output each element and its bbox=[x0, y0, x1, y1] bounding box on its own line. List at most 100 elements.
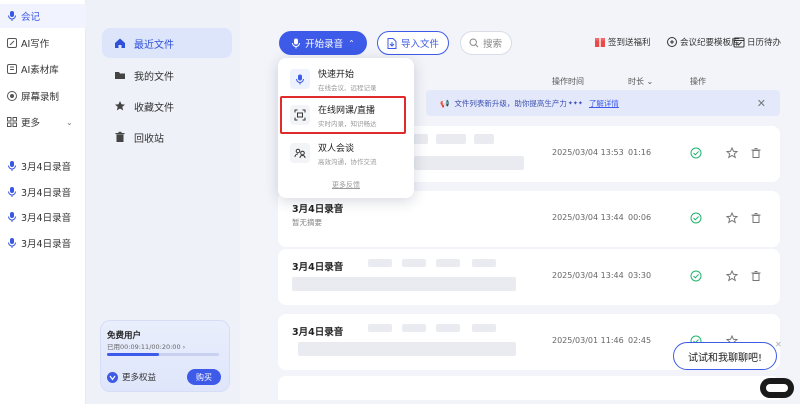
meeting-template-link[interactable]: 会议纪要模板库 bbox=[666, 36, 740, 48]
nav-item-more[interactable]: 更多 ⌄ bbox=[0, 110, 86, 134]
blurred-text bbox=[474, 134, 494, 144]
nav-item-screen-record[interactable]: 屏幕录制 bbox=[0, 84, 86, 108]
free-user-title: 免费用户 bbox=[107, 331, 142, 341]
more-rights-link[interactable]: 更多权益 bbox=[107, 371, 156, 383]
start-record-button[interactable]: 开始录音 ⌃ bbox=[279, 31, 367, 55]
usage-text[interactable]: 已用00:09:11/00:20:00 › bbox=[107, 341, 185, 351]
mic-icon bbox=[8, 161, 16, 171]
nav-recording-2[interactable]: 3月4日录音 bbox=[0, 180, 86, 204]
file-nav-recent[interactable]: 最近文件 bbox=[102, 28, 232, 58]
more-rights-label: 更多权益 bbox=[122, 373, 157, 383]
usage-bar bbox=[107, 353, 219, 356]
check-circle-icon[interactable] bbox=[690, 212, 702, 224]
recording-label: 3月4日录音 bbox=[21, 213, 72, 224]
blurred-text bbox=[292, 277, 516, 291]
header-ops: 操作 bbox=[690, 77, 706, 86]
file-nav-trash[interactable]: 回收站 bbox=[102, 122, 232, 152]
nav-recording-1[interactable]: 3月4日录音 bbox=[0, 154, 86, 178]
notice-text: 文件列表新升级，助你提高生产力 bbox=[454, 98, 567, 108]
file-nav-mine[interactable]: 我的文件 bbox=[102, 60, 232, 90]
row-date: 2025/03/04 13:44 bbox=[552, 213, 624, 222]
chat-assistant-bubble[interactable]: 试试和我聊聊吧! bbox=[673, 342, 777, 370]
file-nav-label: 回收站 bbox=[134, 133, 164, 145]
close-icon[interactable]: ✕ bbox=[757, 97, 766, 110]
mic-icon bbox=[8, 11, 16, 21]
gift-icon bbox=[595, 38, 605, 47]
row-title: 3月4日录音 bbox=[292, 327, 344, 338]
nav-item-ai-writing[interactable]: AI写作 bbox=[0, 31, 86, 55]
trash-icon[interactable] bbox=[750, 147, 762, 159]
import-file-button[interactable]: 导入文件 bbox=[377, 31, 449, 55]
mic-icon bbox=[290, 69, 310, 89]
trash-icon[interactable] bbox=[750, 212, 762, 224]
trash-icon[interactable] bbox=[750, 270, 762, 282]
file-nav-favorites[interactable]: 收藏文件 bbox=[102, 91, 232, 121]
table-row bbox=[278, 376, 780, 400]
header-duration[interactable]: 时长 ⌄ bbox=[628, 76, 653, 87]
file-nav-label: 最近文件 bbox=[134, 39, 174, 51]
check-circle-icon[interactable] bbox=[690, 270, 702, 282]
record-icon bbox=[7, 91, 17, 101]
mic-icon bbox=[8, 212, 16, 222]
folder-icon bbox=[115, 72, 125, 79]
row-date: 2025/03/04 13:53 bbox=[552, 148, 624, 157]
sparkle-icon: ✦✦✦ bbox=[567, 99, 583, 107]
nav-label: 会记 bbox=[21, 12, 41, 23]
usage-bar-fill bbox=[107, 353, 159, 356]
chevron-down-icon: ⌄ bbox=[66, 117, 73, 127]
blurred-text bbox=[472, 259, 496, 267]
calendar-todo-link[interactable]: 日历待办 bbox=[733, 36, 781, 48]
row-duration: 02:45 bbox=[628, 336, 652, 345]
edit-icon bbox=[7, 38, 17, 48]
chevron-up-icon: ⌃ bbox=[348, 38, 355, 48]
free-user-card: 免费用户 已用00:09:11/00:20:00 › 更多权益 购买 bbox=[100, 320, 230, 392]
nav-label: AI素材库 bbox=[21, 65, 59, 76]
recording-label: 3月4日录音 bbox=[21, 162, 72, 173]
checkin-label: 签到送福利 bbox=[608, 38, 651, 48]
search-icon bbox=[469, 38, 479, 48]
blurred-text bbox=[436, 324, 460, 332]
library-icon bbox=[7, 64, 17, 74]
row-duration: 03:30 bbox=[628, 271, 652, 280]
megaphone-icon: 📢 bbox=[440, 98, 450, 108]
close-icon[interactable]: ✕ bbox=[775, 340, 783, 349]
more-feedback-link[interactable]: 更多反馈 bbox=[278, 180, 414, 190]
assistant-robot-icon[interactable] bbox=[760, 378, 794, 398]
table-row[interactable]: 3月4日录音 2025/03/04 13:44 03:30 bbox=[278, 249, 780, 305]
start-record-label: 开始录音 bbox=[305, 39, 344, 50]
star-outline-icon[interactable] bbox=[726, 147, 738, 159]
star-outline-icon[interactable] bbox=[726, 270, 738, 282]
table-row[interactable]: 3月4日录音 暂无摘要 2025/03/04 13:44 00:06 bbox=[278, 191, 780, 247]
menu-item-quick-start[interactable]: 快速开始 在线会议、远程记录 bbox=[286, 62, 406, 96]
check-circle-icon[interactable] bbox=[690, 147, 702, 159]
menu-item-subtitle: 在线会议、远程记录 bbox=[318, 83, 377, 92]
checkin-link[interactable]: 签到送福利 bbox=[594, 36, 651, 48]
search-placeholder: 搜索 bbox=[483, 39, 503, 50]
mic-icon bbox=[292, 38, 301, 48]
notice-details-link[interactable]: 了解详情 bbox=[589, 98, 619, 109]
nav-label: AI写作 bbox=[21, 39, 50, 50]
nav-recording-3[interactable]: 3月4日录音 bbox=[0, 205, 86, 229]
buy-button[interactable]: 购买 bbox=[187, 369, 221, 385]
header-duration-label: 时长 bbox=[628, 77, 644, 86]
calendar-icon bbox=[733, 37, 745, 48]
row-title: 3月4日录音 bbox=[292, 204, 344, 215]
menu-item-two-person-talk[interactable]: 双人会谈 高效沟通，协作交流 bbox=[286, 136, 406, 170]
blurred-text bbox=[436, 259, 460, 267]
menu-item-subtitle: 高效沟通，协作交流 bbox=[318, 157, 377, 166]
meeting-template-label: 会议纪要模板库 bbox=[680, 38, 740, 48]
nav-label: 屏幕录制 bbox=[21, 92, 60, 103]
blurred-text bbox=[402, 259, 426, 267]
file-import-icon bbox=[387, 37, 397, 49]
menu-item-title: 快速开始 bbox=[318, 69, 355, 80]
file-nav-label: 收藏文件 bbox=[134, 102, 174, 114]
star-outline-icon[interactable] bbox=[726, 212, 738, 224]
highlight-box bbox=[280, 96, 406, 134]
nav-item-ai-library[interactable]: AI素材库 bbox=[0, 57, 86, 81]
recording-label: 3月4日录音 bbox=[21, 239, 72, 250]
nav-item-huiji[interactable]: 会记 bbox=[0, 4, 86, 28]
notice-banner: 📢 文件列表新升级，助你提高生产力 ✦✦✦ 了解详情 ✕ bbox=[426, 90, 780, 116]
row-duration: 00:06 bbox=[628, 213, 652, 222]
search-input[interactable]: 搜索 bbox=[460, 31, 512, 55]
nav-recording-4[interactable]: 3月4日录音 bbox=[0, 231, 86, 255]
